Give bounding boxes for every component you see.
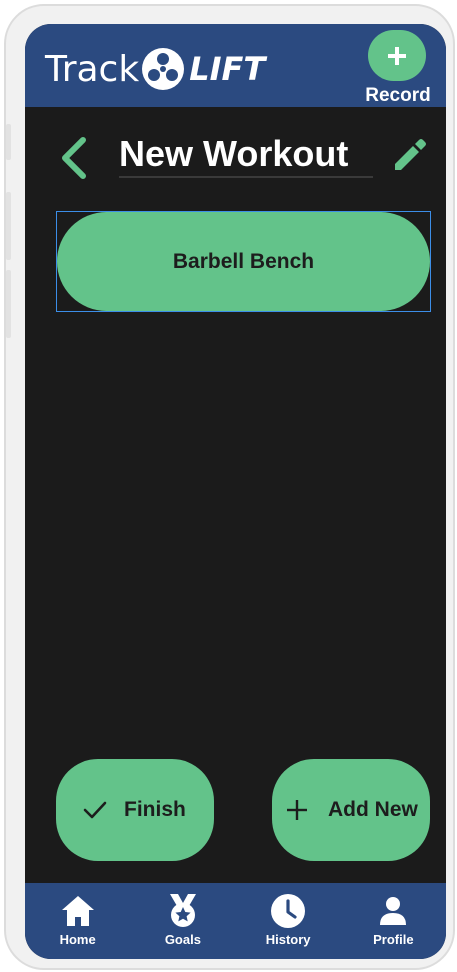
plus-icon	[388, 46, 406, 65]
finish-button[interactable]: Finish	[56, 759, 214, 861]
record-label[interactable]: Record	[353, 85, 443, 107]
wheel-icon	[142, 48, 185, 90]
add-new-button[interactable]: Add New	[272, 759, 430, 861]
nav-label-goals: Goals	[164, 932, 201, 947]
exercise-name: Barbell Bench	[172, 249, 315, 273]
side-button-mute	[6, 124, 11, 160]
app-logo: Track LIFT	[45, 44, 265, 94]
nav-item-goals[interactable]: Goals	[130, 883, 235, 959]
app-screen: Track LIFT Record New Workout Barbell Be…	[25, 24, 446, 959]
workout-title-field[interactable]: New Workout	[119, 132, 373, 178]
side-button-volume-down	[6, 270, 11, 338]
exercise-button[interactable]: Barbell Bench	[57, 212, 430, 311]
nav-label-home: Home	[59, 932, 96, 947]
pencil-icon[interactable]	[389, 134, 427, 172]
person-icon	[380, 897, 407, 925]
nav-item-history[interactable]: History	[236, 883, 341, 959]
finish-label: Finish	[124, 798, 186, 821]
nav-label-profile: Profile	[373, 932, 414, 947]
phone-frame: Track LIFT Record New Workout Barbell Be…	[4, 4, 455, 970]
nav-item-profile[interactable]: Profile	[341, 883, 446, 959]
logo-track-text: Track	[45, 48, 140, 90]
app-header: Track LIFT Record	[25, 24, 446, 107]
nav-label-history: History	[265, 932, 311, 947]
record-button[interactable]	[368, 30, 426, 81]
medal-icon	[169, 894, 196, 927]
home-icon	[61, 896, 94, 926]
logo-lift-text: LIFT	[189, 50, 266, 88]
bottom-nav: Home Goals History Profile	[25, 883, 446, 959]
plus-icon	[287, 800, 307, 820]
nav-item-home[interactable]: Home	[25, 883, 130, 959]
exercise-list-item[interactable]: Barbell Bench	[56, 211, 431, 312]
side-button-volume-up	[6, 192, 11, 260]
clock-icon	[271, 894, 306, 928]
add-new-label: Add New	[328, 798, 418, 821]
check-icon	[83, 801, 107, 819]
chevron-left-icon[interactable]	[57, 134, 91, 182]
workout-title: New Workout	[119, 133, 349, 174]
